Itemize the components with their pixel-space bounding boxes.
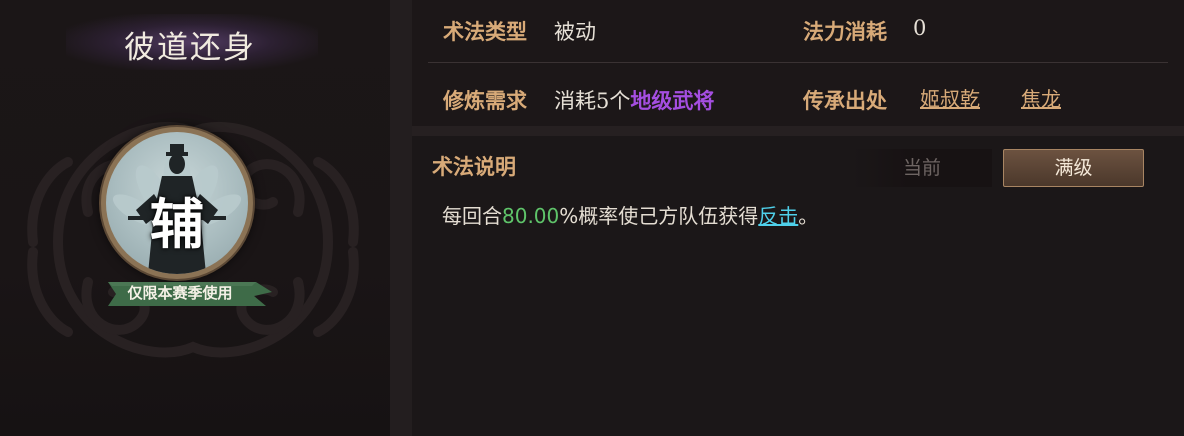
description-section: 术法说明 当前 满级 每回合80.00%概率使己方队伍获得反击。 bbox=[412, 136, 1184, 436]
vertical-divider bbox=[390, 0, 412, 436]
row-divider bbox=[428, 62, 1168, 63]
origin-label: 传承出处 bbox=[803, 88, 887, 113]
skill-attributes: 术法类型 被动 法力消耗 0 修炼需求 消耗5个地级武将 传承出处 姬叔乾 焦龙 bbox=[412, 0, 1184, 126]
skill-title: 彼道还身 bbox=[124, 30, 256, 66]
requirement-highlight: 地级武将 bbox=[630, 88, 715, 113]
skill-info-panel: 术法类型 被动 法力消耗 0 修炼需求 消耗5个地级武将 传承出处 姬叔乾 焦龙… bbox=[412, 0, 1184, 436]
tab-current-level[interactable]: 当前 bbox=[852, 149, 992, 187]
role-character: 辅 bbox=[150, 192, 204, 256]
horizontal-divider bbox=[412, 126, 1184, 136]
requirement-label: 修炼需求 bbox=[443, 88, 527, 113]
type-value: 被动 bbox=[554, 20, 596, 44]
type-label: 术法类型 bbox=[443, 19, 527, 44]
probability-value: 80.00 bbox=[502, 204, 560, 228]
description-text: 每回合80.00%概率使己方队伍获得反击。 bbox=[442, 200, 818, 229]
skill-detail-panel: 彼道还身 辅 仅限本赛季使用 术法类型 被动 法力消耗 0 修炼需求 消耗5个地… bbox=[0, 0, 1184, 436]
desc-middle: %概率使己方队伍获得 bbox=[559, 204, 759, 228]
cost-label: 法力消耗 bbox=[803, 19, 887, 44]
requirement-prefix: 消耗5个 bbox=[554, 89, 631, 113]
origin-link-jishuqian[interactable]: 姬叔乾 bbox=[920, 83, 980, 112]
tab-max-level[interactable]: 满级 bbox=[1003, 149, 1144, 187]
season-ribbon: 仅限本赛季使用 bbox=[106, 278, 274, 310]
requirement-value: 消耗5个地级武将 bbox=[554, 85, 714, 115]
cost-value: 0 bbox=[913, 16, 927, 40]
counterattack-keyword-link[interactable]: 反击 bbox=[758, 204, 798, 228]
description-header: 术法说明 bbox=[432, 154, 516, 179]
desc-prefix: 每回合 bbox=[442, 204, 502, 228]
origin-link-jiaolong[interactable]: 焦龙 bbox=[1021, 83, 1061, 112]
desc-suffix: 。 bbox=[798, 204, 819, 228]
skill-card: 彼道还身 辅 仅限本赛季使用 bbox=[0, 0, 390, 436]
season-only-label: 仅限本赛季使用 bbox=[127, 284, 233, 302]
